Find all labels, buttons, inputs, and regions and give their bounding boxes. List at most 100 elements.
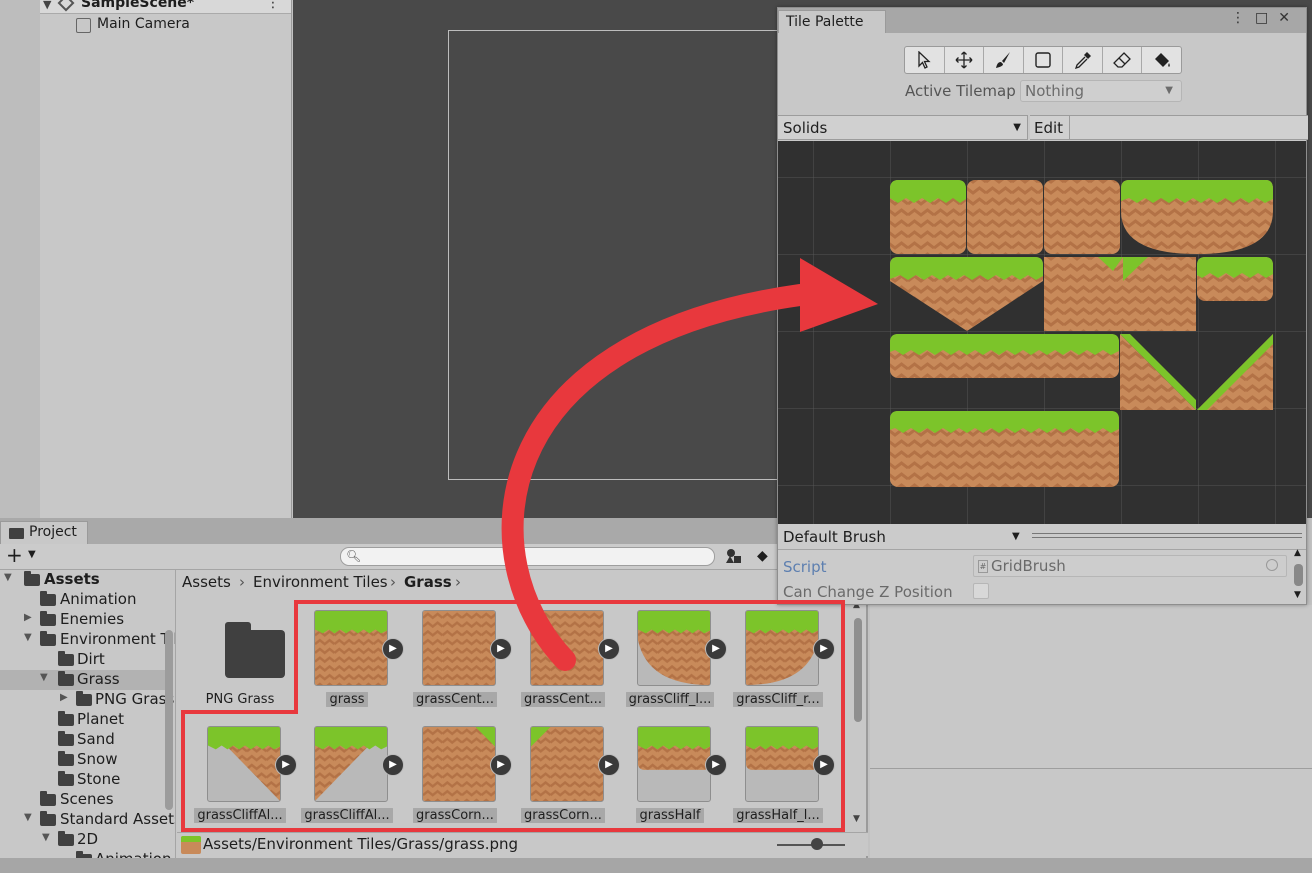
play-preview-icon[interactable]: ▶ [382, 754, 404, 776]
filter-by-type-icon[interactable] [725, 548, 743, 564]
slider-knob[interactable] [811, 838, 823, 850]
project-toolbar: + ▼ 🔍︎ ◆ [0, 544, 866, 570]
tile-grass-center [1044, 180, 1120, 254]
play-preview-icon[interactable]: ▶ [705, 638, 727, 660]
expand-arrow-icon[interactable]: ▼ [24, 632, 32, 643]
breadcrumb-chevron-icon[interactable]: › [455, 573, 461, 591]
asset-thumbnail [745, 726, 819, 802]
project-search-input[interactable]: 🔍︎ [340, 547, 715, 566]
asset-tile[interactable]: ▶ grassCliffAl... [297, 726, 404, 836]
scroll-down-icon[interactable]: ▼ [853, 814, 860, 824]
palette-dropdown[interactable]: Solids ▼ [778, 115, 1028, 140]
tree-item-environment-tiles[interactable]: ▼ Environment Tiles [4, 630, 175, 650]
tree-item-label: PNG Grass [95, 690, 175, 708]
asset-thumbnail [530, 610, 604, 686]
create-dropdown-caret-icon[interactable]: ▼ [28, 549, 36, 560]
active-tilemap-dropdown[interactable]: Nothing ▼ [1020, 80, 1182, 102]
expand-arrow-icon[interactable]: ▼ [40, 672, 48, 683]
asset-tile[interactable]: ▶ grassCorn... [405, 726, 512, 836]
edit-palette-button[interactable]: Edit [1030, 115, 1070, 140]
expand-arrow-icon[interactable]: ▶ [60, 692, 68, 703]
splitter-handle[interactable] [1032, 533, 1302, 538]
move-tool-button[interactable] [945, 47, 985, 73]
tab-tile-palette[interactable]: Tile Palette [778, 10, 886, 33]
tree-item-sand[interactable]: Sand [4, 730, 174, 750]
scroll-up-icon[interactable]: ▲ [1294, 548, 1301, 558]
tree-item-stone[interactable]: Stone [4, 770, 174, 790]
tree-item-png-grass[interactable]: ▶ PNG Grass [4, 690, 174, 710]
breadcrumb-item[interactable]: Environment Tiles [253, 573, 388, 591]
fill-bucket-icon [1154, 53, 1170, 67]
scene-row[interactable]: ▼ SampleScene* ⋮ [40, 0, 291, 14]
play-preview-icon[interactable]: ▶ [490, 638, 512, 660]
breadcrumb-item[interactable]: Assets [182, 573, 231, 591]
tree-item-snow[interactable]: Snow [4, 750, 174, 770]
paint-tool-button[interactable] [984, 47, 1024, 73]
scrollbar-thumb[interactable] [1294, 564, 1303, 586]
tree-item-grass[interactable]: ▼ Grass [0, 670, 166, 690]
play-preview-icon[interactable]: ▶ [705, 754, 727, 776]
play-preview-icon[interactable]: ▶ [813, 754, 835, 776]
script-object-field[interactable]: # GridBrush [973, 555, 1287, 577]
play-preview-icon[interactable]: ▶ [490, 754, 512, 776]
asset-folder-png-grass[interactable]: PNG Grass [190, 610, 290, 720]
create-plus-icon[interactable]: + [6, 544, 23, 566]
asset-browser: Assets › Environment Tiles › Grass › PNG… [177, 570, 868, 860]
tree-item-standard-assets[interactable]: ▼ Standard Assets [4, 810, 175, 830]
asset-tile[interactable]: ▶ grass [297, 610, 404, 720]
project-tabbar: Project [0, 518, 866, 544]
brush-dropdown[interactable]: Default Brush ▼ [778, 524, 1306, 550]
tile-grass-corner-block [1044, 257, 1196, 331]
play-preview-icon[interactable]: ▶ [275, 754, 297, 776]
expand-arrow-icon[interactable]: ▶ [24, 612, 32, 623]
scroll-down-icon[interactable]: ▼ [1294, 590, 1301, 600]
window-controls[interactable]: ⋮□✕ [1231, 10, 1300, 26]
tree-item-planet[interactable]: Planet [4, 710, 174, 730]
asset-tile[interactable]: ▶ grassCliff_l... [620, 610, 727, 720]
asset-label: grassHalf [620, 808, 720, 823]
asset-tile[interactable]: ▶ grassHalf_l... [728, 726, 835, 836]
expand-arrow-icon[interactable]: ▼ [42, 832, 50, 843]
scrollbar-thumb[interactable] [854, 618, 862, 722]
object-picker-icon[interactable] [1266, 559, 1278, 571]
asset-label: grassCent... [513, 692, 613, 707]
asset-tile[interactable]: ▶ grassCent... [405, 610, 512, 720]
filter-by-label-icon[interactable]: ◆ [757, 548, 768, 564]
eraser-tool-button[interactable] [1103, 47, 1143, 73]
selected-asset-path: Assets/Environment Tiles/Grass/grass.png [203, 835, 519, 853]
tree-item-animation[interactable]: Animation [4, 590, 174, 610]
expand-arrow-icon[interactable]: ▼ [24, 812, 32, 823]
tree-item-enemies[interactable]: ▶ Enemies [4, 610, 174, 630]
play-preview-icon[interactable]: ▶ [598, 754, 620, 776]
inspector-scrollbar[interactable]: ▲ ▼ [1292, 548, 1305, 604]
asset-tile[interactable]: ▶ grassCent... [513, 610, 620, 720]
tab-project[interactable]: Project [0, 521, 88, 544]
palette-grid[interactable] [778, 141, 1306, 524]
fill-tool-button[interactable] [1142, 47, 1181, 73]
expand-arrow-icon[interactable]: ▼ [4, 572, 12, 583]
tree-item-scenes[interactable]: Scenes [4, 790, 174, 810]
play-preview-icon[interactable]: ▶ [813, 638, 835, 660]
tree-item-2d[interactable]: ▼ 2D [4, 830, 174, 850]
tree-item-assets[interactable]: ▼ Assets [4, 570, 174, 590]
asset-tile[interactable]: ▶ grassCliffAl... [190, 726, 297, 836]
asset-scrollbar[interactable]: ▲ ▼ [853, 600, 864, 824]
expand-arrow-icon[interactable]: ▼ [43, 0, 51, 11]
play-preview-icon[interactable]: ▶ [382, 638, 404, 660]
box-fill-tool-button[interactable] [1024, 47, 1064, 73]
z-position-checkbox[interactable] [973, 583, 989, 599]
tile-thumbnail-image [315, 611, 387, 685]
more-options-icon[interactable]: ⋮ [266, 0, 280, 11]
asset-tile[interactable]: ▶ grassHalf [620, 726, 727, 836]
tree-item-dirt[interactable]: Dirt [4, 650, 174, 670]
tree-scrollbar[interactable] [165, 630, 173, 810]
asset-label: PNG Grass [190, 692, 290, 707]
breadcrumb-item[interactable]: Grass [404, 573, 452, 591]
asset-label: grass [297, 692, 397, 707]
asset-tile[interactable]: ▶ grassCliff_r... [728, 610, 835, 720]
asset-tile[interactable]: ▶ grassCorn... [513, 726, 620, 836]
select-tool-button[interactable] [905, 47, 945, 73]
breadcrumb-chevron-icon: › [239, 573, 245, 591]
play-preview-icon[interactable]: ▶ [598, 638, 620, 660]
picker-tool-button[interactable] [1063, 47, 1103, 73]
